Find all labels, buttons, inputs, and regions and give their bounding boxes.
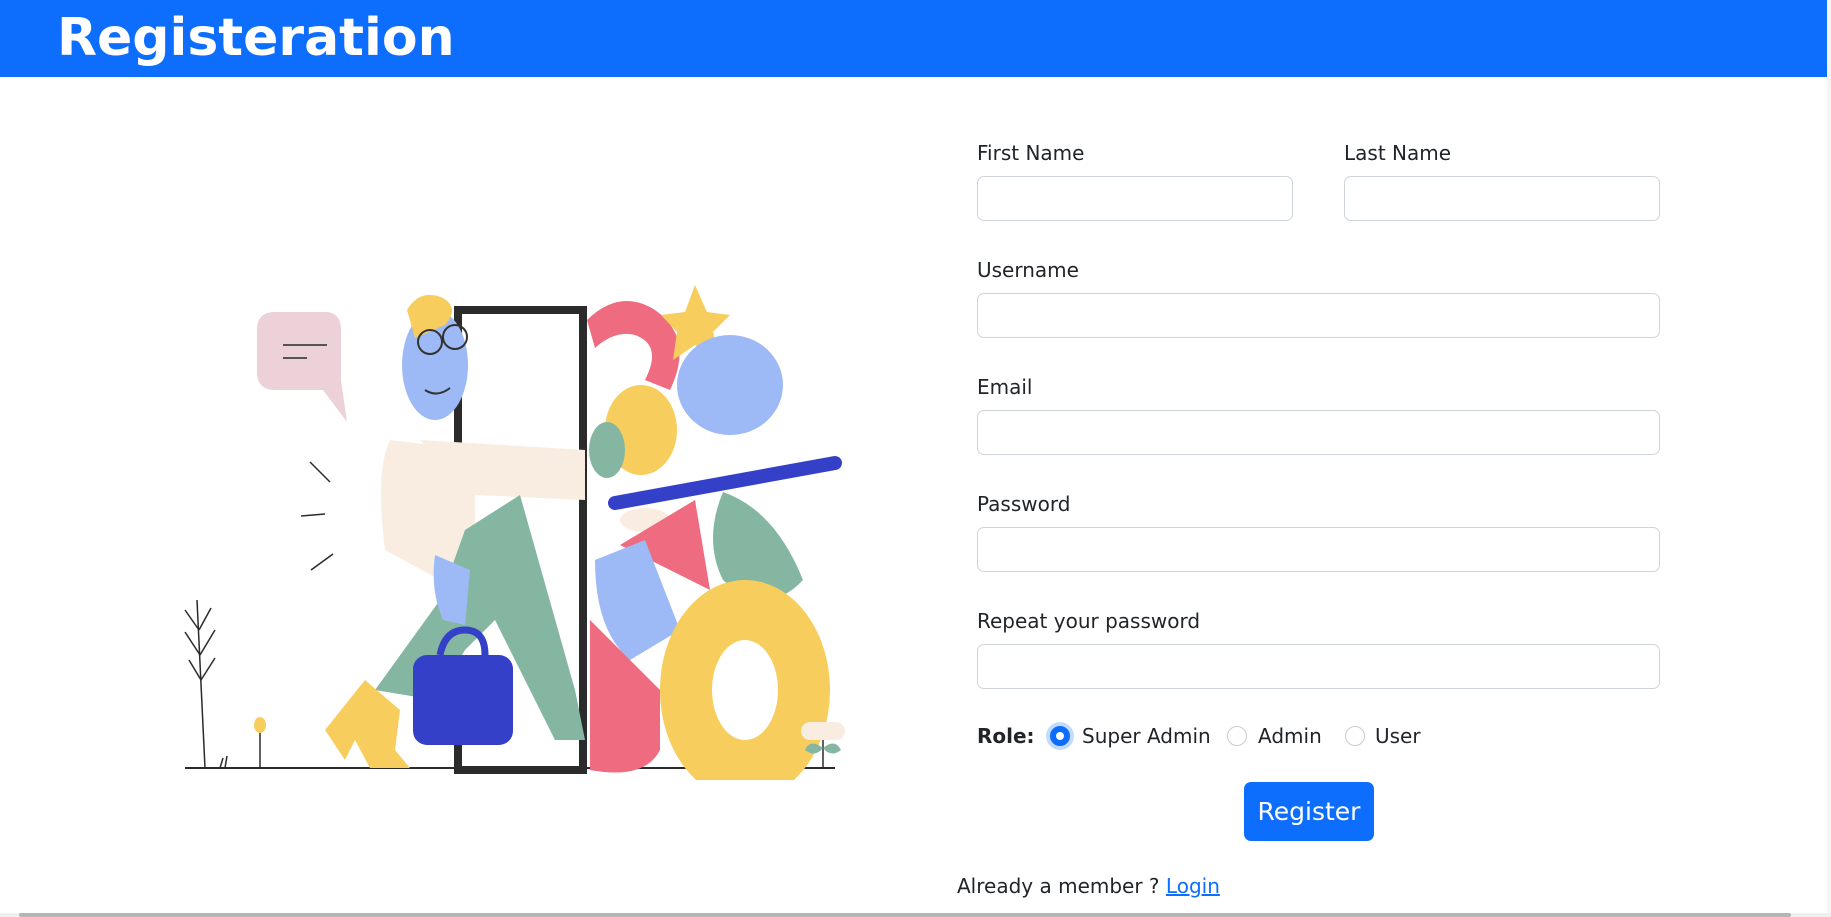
horizontal-scrollbar-thumb[interactable] bbox=[19, 913, 1791, 917]
password-label: Password bbox=[977, 492, 1071, 516]
role-user-label[interactable]: User bbox=[1375, 724, 1421, 748]
horizontal-scrollbar[interactable] bbox=[0, 913, 1831, 917]
last-name-label: Last Name bbox=[1344, 141, 1452, 165]
registration-illustration bbox=[184, 285, 845, 780]
page-title: Registeration bbox=[57, 8, 455, 68]
already-member-text: Already a member ? bbox=[957, 874, 1160, 898]
registration-page: Registeration First Name Last Name Usern… bbox=[0, 0, 1831, 917]
repeat-password-label: Repeat your password bbox=[977, 609, 1201, 633]
role-label: Role: bbox=[977, 724, 1035, 748]
username-label: Username bbox=[977, 258, 1079, 282]
role-super-admin-radio[interactable] bbox=[1050, 726, 1070, 746]
first-name-input[interactable] bbox=[977, 176, 1293, 221]
role-admin-label[interactable]: Admin bbox=[1258, 724, 1322, 748]
login-prompt: Already a member ? Login bbox=[957, 874, 1220, 898]
last-name-input[interactable] bbox=[1344, 176, 1660, 221]
role-admin-radio[interactable] bbox=[1227, 726, 1247, 746]
username-input[interactable] bbox=[977, 293, 1660, 338]
password-input[interactable] bbox=[977, 527, 1660, 572]
role-group: Role: Super Admin Admin User bbox=[977, 722, 1677, 752]
first-name-label: First Name bbox=[977, 141, 1085, 165]
email-input[interactable] bbox=[977, 410, 1660, 455]
header-bar: Registeration bbox=[0, 0, 1827, 77]
repeat-password-input[interactable] bbox=[977, 644, 1660, 689]
role-user-radio[interactable] bbox=[1345, 726, 1365, 746]
login-link[interactable]: Login bbox=[1166, 874, 1220, 898]
email-label: Email bbox=[977, 375, 1033, 399]
role-super-admin-label[interactable]: Super Admin bbox=[1082, 724, 1211, 748]
register-button[interactable]: Register bbox=[1244, 782, 1374, 841]
vertical-scrollbar[interactable] bbox=[1827, 0, 1831, 913]
